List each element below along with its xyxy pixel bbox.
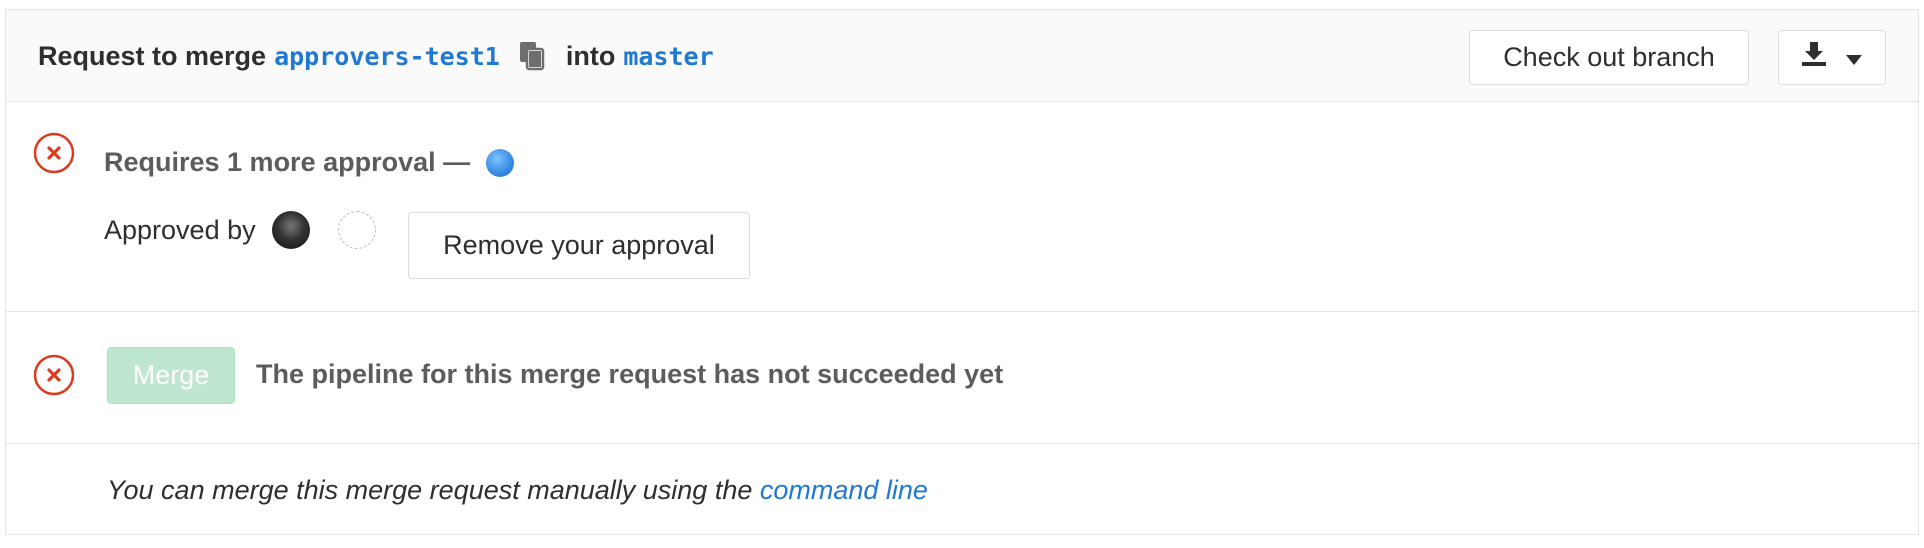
approver-avatar[interactable]	[271, 211, 310, 249]
remove-approval-label: Remove your approval	[443, 230, 715, 260]
merge-button[interactable]: Merge	[107, 347, 235, 404]
merge-request-widget: Request to merge approvers-test1 into ma…	[5, 9, 1919, 535]
approval-status-text: Requires 1 more approval —	[104, 147, 515, 178]
error-circle-icon	[33, 132, 75, 174]
approval-required-label: Requires 1 more approval —	[104, 147, 471, 177]
manual-merge-text: You can merge this merge request manuall…	[107, 475, 928, 506]
pipeline-status-message: The pipeline for this merge request has …	[256, 359, 1004, 389]
title-into: into	[565, 40, 616, 71]
merge-section: Merge The pipeline for this merge reques…	[6, 312, 1918, 444]
mr-widget-header: Request to merge approvers-test1 into ma…	[6, 10, 1918, 102]
clipboard-icon[interactable]	[518, 39, 546, 73]
download-icon	[1801, 41, 1827, 74]
manual-merge-label: You can merge this merge request manuall…	[107, 475, 760, 505]
approved-by-row: Approved by	[104, 210, 376, 250]
approved-by-label: Approved by	[104, 214, 256, 245]
merge-button-label: Merge	[132, 360, 210, 390]
download-dropdown-button[interactable]	[1778, 30, 1886, 85]
command-line-link[interactable]: command line	[760, 475, 928, 505]
suggested-approver-avatar[interactable]	[486, 148, 515, 177]
remove-approval-button[interactable]: Remove your approval	[408, 212, 750, 279]
check-out-branch-label: Check out branch	[1503, 42, 1715, 72]
approval-section: Requires 1 more approval — Approved by R…	[6, 102, 1918, 312]
empty-approver-slot	[337, 211, 376, 249]
check-out-branch-button[interactable]: Check out branch	[1469, 30, 1749, 85]
source-branch[interactable]: approvers-test1	[274, 42, 500, 71]
caret-down-icon	[1845, 42, 1863, 73]
merge-request-title: Request to merge approvers-test1 into ma…	[38, 10, 724, 102]
error-circle-icon	[33, 354, 75, 396]
command-line-section: You can merge this merge request manuall…	[6, 444, 1918, 536]
title-prefix: Request to merge	[38, 40, 267, 71]
target-branch[interactable]: master	[623, 42, 713, 71]
